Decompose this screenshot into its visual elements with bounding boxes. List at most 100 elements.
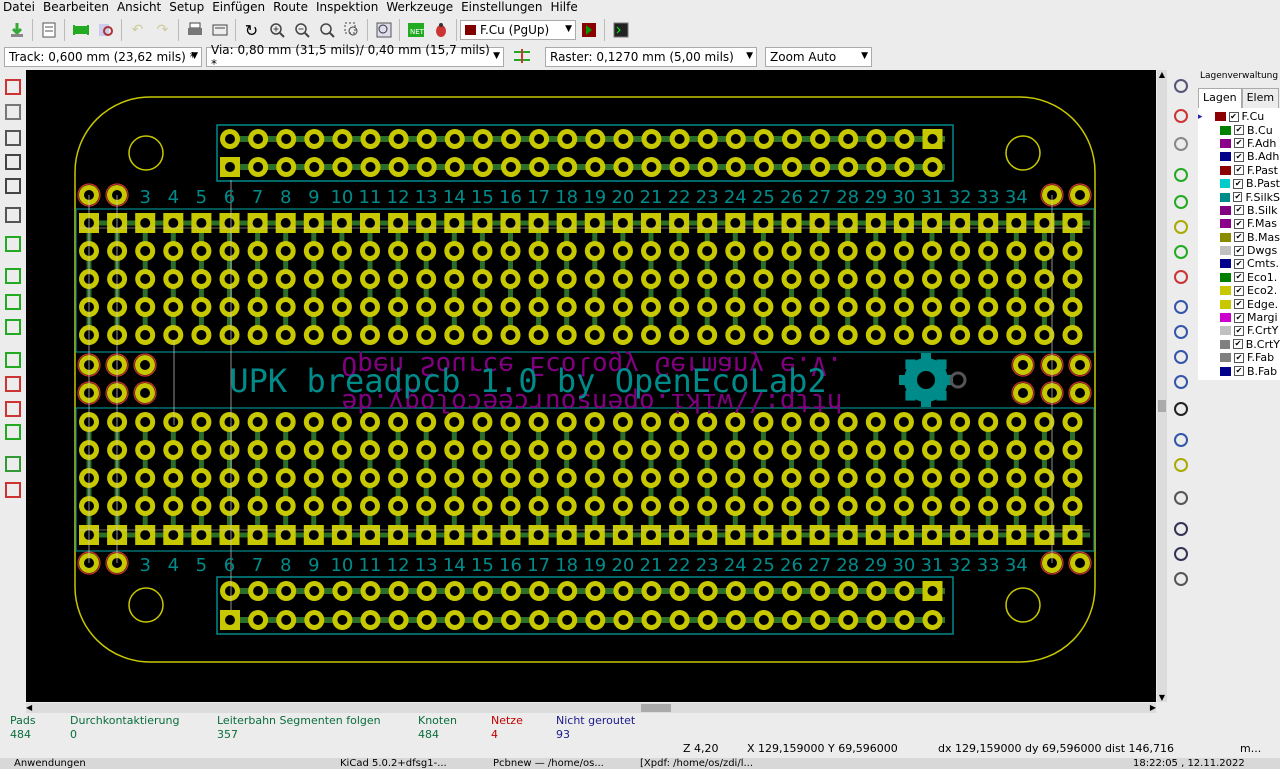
via-size-select[interactable]: Via: 0,80 mm (31,5 mils)/ 0,40 mm (15,7 … [206, 43, 504, 71]
layer-row[interactable]: ✔ Margi [1198, 311, 1280, 324]
layer-row[interactable]: ✔ Eco2. [1198, 284, 1280, 297]
menu-datei[interactable]: Datei [0, 0, 38, 14]
drc-bug-icon[interactable] [431, 20, 451, 40]
mm-icon[interactable] [3, 176, 23, 196]
print-icon[interactable] [185, 20, 205, 40]
scroll-left-arrow[interactable]: ◀ [26, 703, 32, 712]
add-footprint-icon[interactable] [1171, 165, 1191, 185]
add-text-icon[interactable] [1171, 399, 1191, 419]
keepout-icon[interactable] [1171, 267, 1191, 287]
layer-row[interactable]: ✔ B.CrtY [1198, 338, 1280, 351]
footprint-editor-icon[interactable] [71, 20, 91, 40]
menu-route[interactable]: Route [270, 0, 311, 14]
ratsnest-icon[interactable] [3, 350, 23, 370]
footprint-viewer-icon[interactable] [96, 20, 116, 40]
layer-color-swatch[interactable] [1220, 219, 1231, 229]
layer-visibility-checkbox[interactable]: ✔ [1234, 325, 1244, 336]
layer-color-swatch[interactable] [1220, 353, 1231, 363]
scroll-thumb[interactable] [1158, 400, 1166, 412]
layer-color-swatch[interactable] [1220, 272, 1231, 282]
menu-ansicht[interactable]: Ansicht [114, 0, 164, 14]
layer-visibility-checkbox[interactable]: ✔ [1234, 299, 1244, 310]
vertical-scrollbar[interactable]: ▲ ▼ [1157, 70, 1167, 702]
layer-visibility-checkbox[interactable]: ✔ [1234, 151, 1244, 162]
menu-hilfe[interactable]: Hilfe [547, 0, 580, 14]
layers-icon[interactable] [3, 454, 23, 474]
layer-color-swatch[interactable] [1220, 339, 1231, 349]
scroll-right-arrow[interactable]: ▶ [1150, 703, 1156, 712]
layer-row[interactable]: ▸ ✔ F.Cu [1198, 110, 1280, 123]
dimension-icon[interactable] [1171, 430, 1191, 450]
layer-visibility-checkbox[interactable]: ✔ [1234, 245, 1244, 256]
layer-row[interactable]: ✔ F.Past [1198, 164, 1280, 177]
pcb-canvas[interactable]: 3 3 4 4 5 5 6 6 7 7 8 8 9 9 10 10 11 11 12 12 13 13 14 14 15 15 16… [26, 70, 1156, 702]
layer-color-swatch[interactable] [1220, 326, 1231, 336]
menu-setup[interactable]: Setup [166, 0, 207, 14]
drc-icon[interactable] [3, 77, 23, 97]
tab-layers[interactable]: Lagen [1198, 88, 1242, 108]
page-settings-icon[interactable] [39, 20, 59, 40]
layer-select[interactable]: F.Cu (PgUp) ▼ [460, 20, 576, 40]
via-sketch-icon[interactable] [3, 266, 23, 286]
zoom-select[interactable]: Zoom Auto ▼ [765, 47, 872, 67]
layer-color-swatch[interactable] [1220, 259, 1231, 269]
layer-color-swatch[interactable] [1220, 313, 1231, 323]
layer-color-swatch[interactable] [1220, 232, 1231, 242]
grid-origin-icon[interactable] [1171, 544, 1191, 564]
layer-visibility-checkbox[interactable]: ✔ [1234, 312, 1244, 323]
layer-row[interactable]: ✔ B.Silk [1198, 204, 1280, 217]
scroll-up-arrow[interactable]: ▲ [1157, 70, 1167, 79]
new-board-icon[interactable] [7, 20, 27, 40]
task-xpdf[interactable]: [Xpdf: /home/os/zdi/l... [640, 758, 753, 769]
find-icon[interactable] [374, 20, 394, 40]
microwave-icon[interactable] [3, 399, 23, 419]
local-ratsnest-tool-icon[interactable] [1171, 134, 1191, 154]
layer-row[interactable]: ✔ F.Fab [1198, 351, 1280, 364]
zoom-out-icon[interactable] [292, 20, 312, 40]
redraw-icon[interactable]: ↻ [242, 20, 262, 40]
layer-color-swatch[interactable] [1220, 165, 1231, 175]
layer-visibility-checkbox[interactable]: ✔ [1234, 272, 1244, 283]
measure-icon[interactable] [1171, 569, 1191, 589]
layer-row[interactable]: ✔ F.SilkS [1198, 190, 1280, 204]
zone-sketch-icon[interactable] [3, 317, 23, 337]
layer-color-swatch[interactable] [1220, 286, 1231, 296]
layer-visibility-checkbox[interactable]: ✔ [1234, 352, 1244, 363]
layer-row[interactable]: ✔ Eco1. [1198, 271, 1280, 284]
layer-visibility-checkbox[interactable]: ✔ [1234, 125, 1244, 136]
layer-visibility-checkbox[interactable]: ✔ [1234, 138, 1244, 149]
auto-track-width-icon[interactable] [512, 46, 532, 66]
route-track-icon[interactable] [1171, 192, 1191, 212]
layer-color-swatch[interactable] [1220, 152, 1231, 162]
layer-row[interactable]: ✔ B.Adh [1198, 150, 1280, 163]
wave-icon[interactable] [3, 480, 23, 500]
task-pcbnew[interactable]: Pcbnew — /home/os... [493, 758, 604, 769]
menu-inspektion[interactable]: Inspektion [313, 0, 381, 14]
local-ratsnest-icon[interactable] [3, 374, 23, 394]
task-kicad[interactable]: KiCad 5.0.2+dfsg1-... [340, 758, 447, 769]
menu-bearbeiten[interactable]: Bearbeiten [40, 0, 112, 14]
zoom-fit-icon[interactable] [317, 20, 337, 40]
undo-icon[interactable]: ↶ [128, 20, 148, 40]
add-circle-icon[interactable] [1171, 322, 1191, 342]
layer-color-swatch[interactable] [1220, 125, 1231, 135]
menu-werkzeuge[interactable]: Werkzeuge [383, 0, 456, 14]
layer-row[interactable]: ✔ B.Fab [1198, 364, 1280, 378]
layer-color-swatch[interactable] [1220, 366, 1231, 376]
menu-einfügen[interactable]: Einfügen [209, 0, 268, 14]
add-arc-icon[interactable] [1171, 347, 1191, 367]
layer-color-swatch[interactable] [1220, 179, 1231, 189]
pcb-drawing[interactable]: 3344556677889910101111121213131414151516… [26, 70, 1156, 702]
pads-sketch-icon[interactable] [3, 234, 23, 254]
layer-visibility-checkbox[interactable]: ✔ [1234, 258, 1244, 269]
inch-icon[interactable] [3, 152, 23, 172]
layer-visibility-checkbox[interactable]: ✔ [1228, 111, 1239, 122]
applications-menu[interactable]: Anwendungen [14, 758, 86, 769]
tab-elements[interactable]: Elem [1241, 88, 1280, 108]
auto-place-icon[interactable] [3, 422, 23, 442]
zoom-in-icon[interactable] [267, 20, 287, 40]
add-polygon-icon[interactable] [1171, 372, 1191, 392]
layer-color-swatch[interactable] [1220, 246, 1231, 256]
layer-color-swatch[interactable] [1220, 138, 1231, 148]
polar-icon[interactable] [3, 128, 23, 148]
